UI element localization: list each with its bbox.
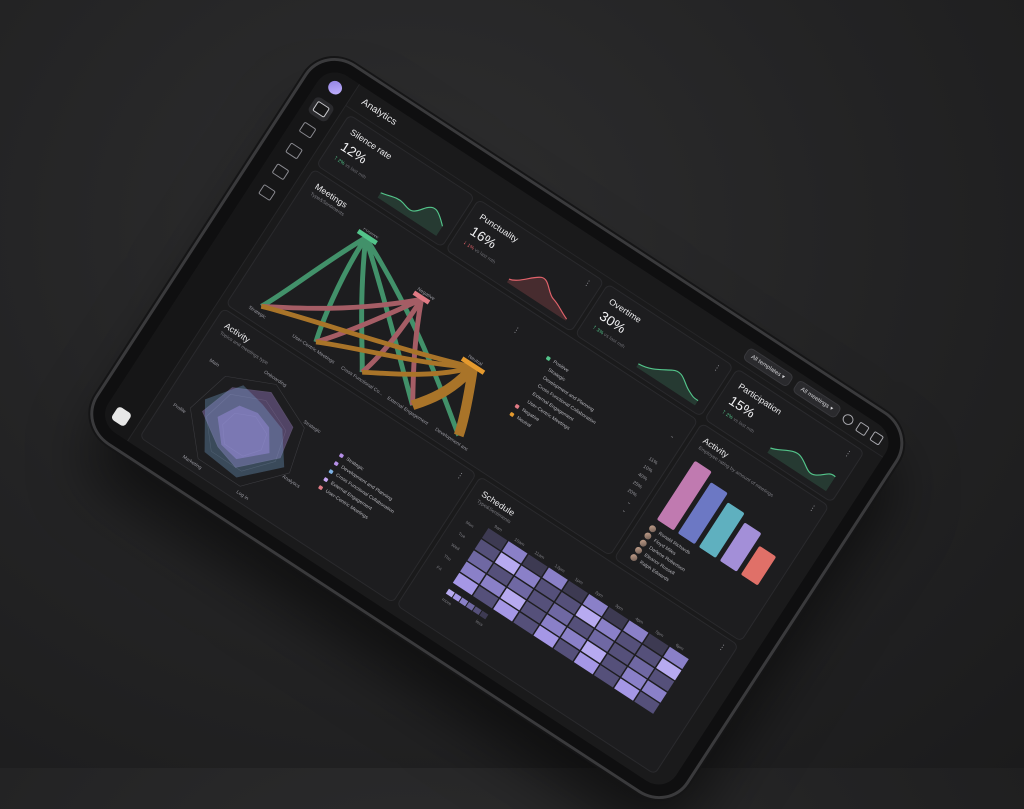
legend-swatch [328, 468, 334, 475]
filter-icon[interactable] [855, 421, 871, 436]
heatmap-hour-label: 1pm [574, 576, 584, 585]
heatmap-day-label: Fri [436, 565, 443, 572]
device-frame: Analytics All templates ▾ All meetings ▾… [0, 0, 1024, 809]
radar-chart: Onboarding Strategic Analytics Log in Ma… [172, 358, 322, 502]
heatmap-day-label: Thu [443, 553, 453, 562]
more-options-icon[interactable]: ⋮ [711, 362, 722, 374]
heatmap-scale-swatch [479, 610, 489, 620]
radar-legend: Strategic Development and Planning Cross… [316, 451, 443, 557]
search-icon[interactable] [840, 411, 856, 427]
document-icon[interactable] [258, 183, 276, 202]
radar-axis-label: Log in [235, 489, 250, 502]
calendar-icon[interactable] [312, 100, 331, 118]
legend-swatch [514, 403, 520, 410]
legend-swatch [317, 484, 324, 491]
screen: Analytics All templates ▾ All meetings ▾… [96, 64, 897, 793]
avatar [629, 552, 639, 563]
heatmap-day-label: Mon [465, 520, 475, 529]
chevron-up-icon[interactable]: ⌃ [668, 435, 675, 442]
more-options-icon[interactable]: ⋮ [582, 277, 593, 289]
download-icon[interactable] [285, 142, 304, 160]
radar-axis-label: Strategic [302, 419, 322, 435]
more-options-icon[interactable]: ⋮ [454, 470, 465, 482]
user-avatar[interactable] [110, 405, 133, 428]
list-icon[interactable] [298, 121, 317, 139]
kpi-change-note: vs last mth [602, 332, 626, 351]
kpi-change-note: vs last mth [343, 162, 367, 181]
heatmap-scale-swatch [465, 601, 475, 611]
radar-axis-label: Onboarding [263, 369, 288, 388]
heatmap-scale-more: more [441, 597, 453, 607]
heatmap-hour-label: 6pm [675, 642, 685, 651]
radar-axis-label: Profile [172, 402, 187, 415]
chevron-down-icon[interactable]: ⌄ [626, 499, 633, 506]
heatmap-hour-label: 3pm [614, 603, 624, 612]
legend-swatch [509, 411, 515, 418]
radar-axis-label: Main [208, 358, 220, 369]
heatmap-scale-less: less [475, 619, 485, 628]
chevron-down-icon[interactable]: ⌄ [621, 507, 628, 514]
legend-swatch [545, 355, 552, 362]
page-title: Analytics [359, 96, 399, 128]
heatmap-scale-swatch [445, 588, 455, 598]
heatmap-scale-swatch [459, 597, 469, 607]
radar-axis-label: Marketing [181, 454, 203, 471]
kpi-change-note: vs last mth [731, 416, 756, 435]
heatmap-day-label: Tue [457, 531, 466, 540]
heatmap-day-label: Wed [450, 542, 461, 551]
more-options-icon[interactable]: ⋮ [842, 448, 853, 460]
heatmap-hour-label: 4pm [634, 616, 644, 625]
more-options-icon[interactable]: ⋮ [807, 502, 818, 514]
radar-axis-label: Analytics [281, 474, 301, 490]
more-options-icon[interactable]: ⋮ [716, 642, 727, 654]
app-logo-icon[interactable] [325, 78, 345, 98]
heatmap-scale-swatch [472, 606, 482, 616]
legend-swatch [338, 452, 345, 459]
calendar-icon[interactable] [869, 430, 885, 446]
templates-dropdown-label: All templates [749, 353, 782, 378]
tablet: Analytics All templates ▾ All meetings ▾… [80, 48, 914, 809]
chart-line-icon[interactable] [271, 163, 290, 181]
heatmap-hour-label: 9am [493, 524, 503, 533]
heatmap-hour-label: 5pm [655, 629, 665, 638]
heatmap-scale-swatch [452, 593, 462, 602]
meetings-dropdown-label: All meetings [799, 386, 831, 410]
heatmap-hour-label: 2pm [594, 590, 604, 599]
legend-swatch [333, 460, 339, 467]
legend-swatch [323, 476, 329, 483]
kpi-change-note: vs last mth [473, 247, 497, 266]
